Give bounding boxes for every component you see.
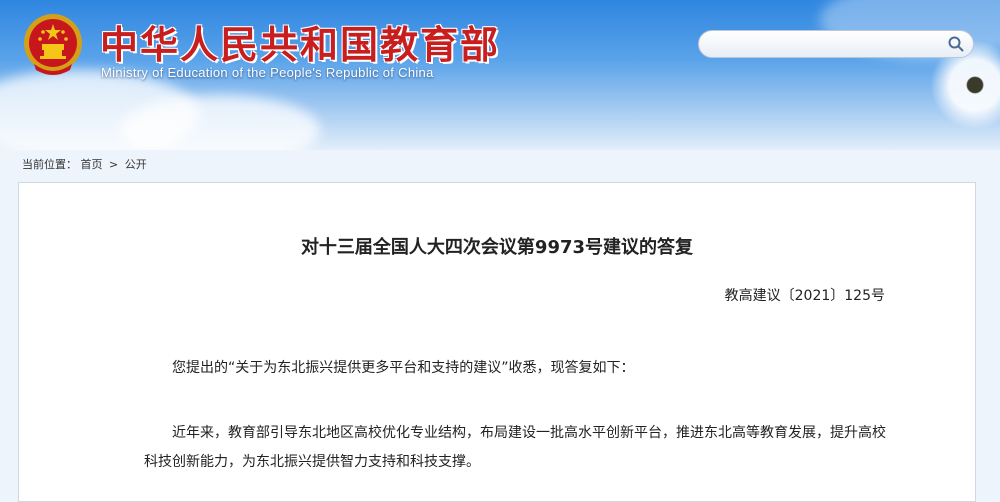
site-title[interactable]: 中华人民共和国教育部 <box>100 14 500 69</box>
breadcrumb-prefix: 当前位置： <box>22 158 77 171</box>
breadcrumb-separator: > <box>109 158 119 171</box>
document-title: 对十三届全国人大四次会议第9973号建议的答复 <box>300 237 694 258</box>
breadcrumb-home-link[interactable]: 首页 <box>81 158 103 171</box>
site-subtitle: Ministry of Education of the People's Re… <box>101 65 434 80</box>
header-banner: 中华人民共和国教育部 Ministry of Education of the … <box>0 0 1000 150</box>
article-panel: 对十三届全国人大四次会议第9973号建议的答复 教高建议〔2021〕125号 您… <box>18 182 976 502</box>
search-box <box>698 30 974 58</box>
breadcrumb-public-link[interactable]: 公开 <box>125 158 147 171</box>
document-number: 教高建议〔2021〕125号 <box>724 288 885 304</box>
national-emblem-icon <box>24 14 82 75</box>
document-paragraph: 您提出的“关于为东北振兴提供更多平台和支持的建议”收悉，现答复如下： <box>172 360 635 376</box>
breadcrumb: 当前位置： 首页 > 公开 <box>22 156 147 172</box>
search-input[interactable] <box>711 34 943 56</box>
search-icon[interactable] <box>947 35 965 53</box>
document-paragraph: 近年来，教育部引导东北地区高校优化专业结构，布局建设一批高水平创新平台，推进东北… <box>144 425 886 470</box>
